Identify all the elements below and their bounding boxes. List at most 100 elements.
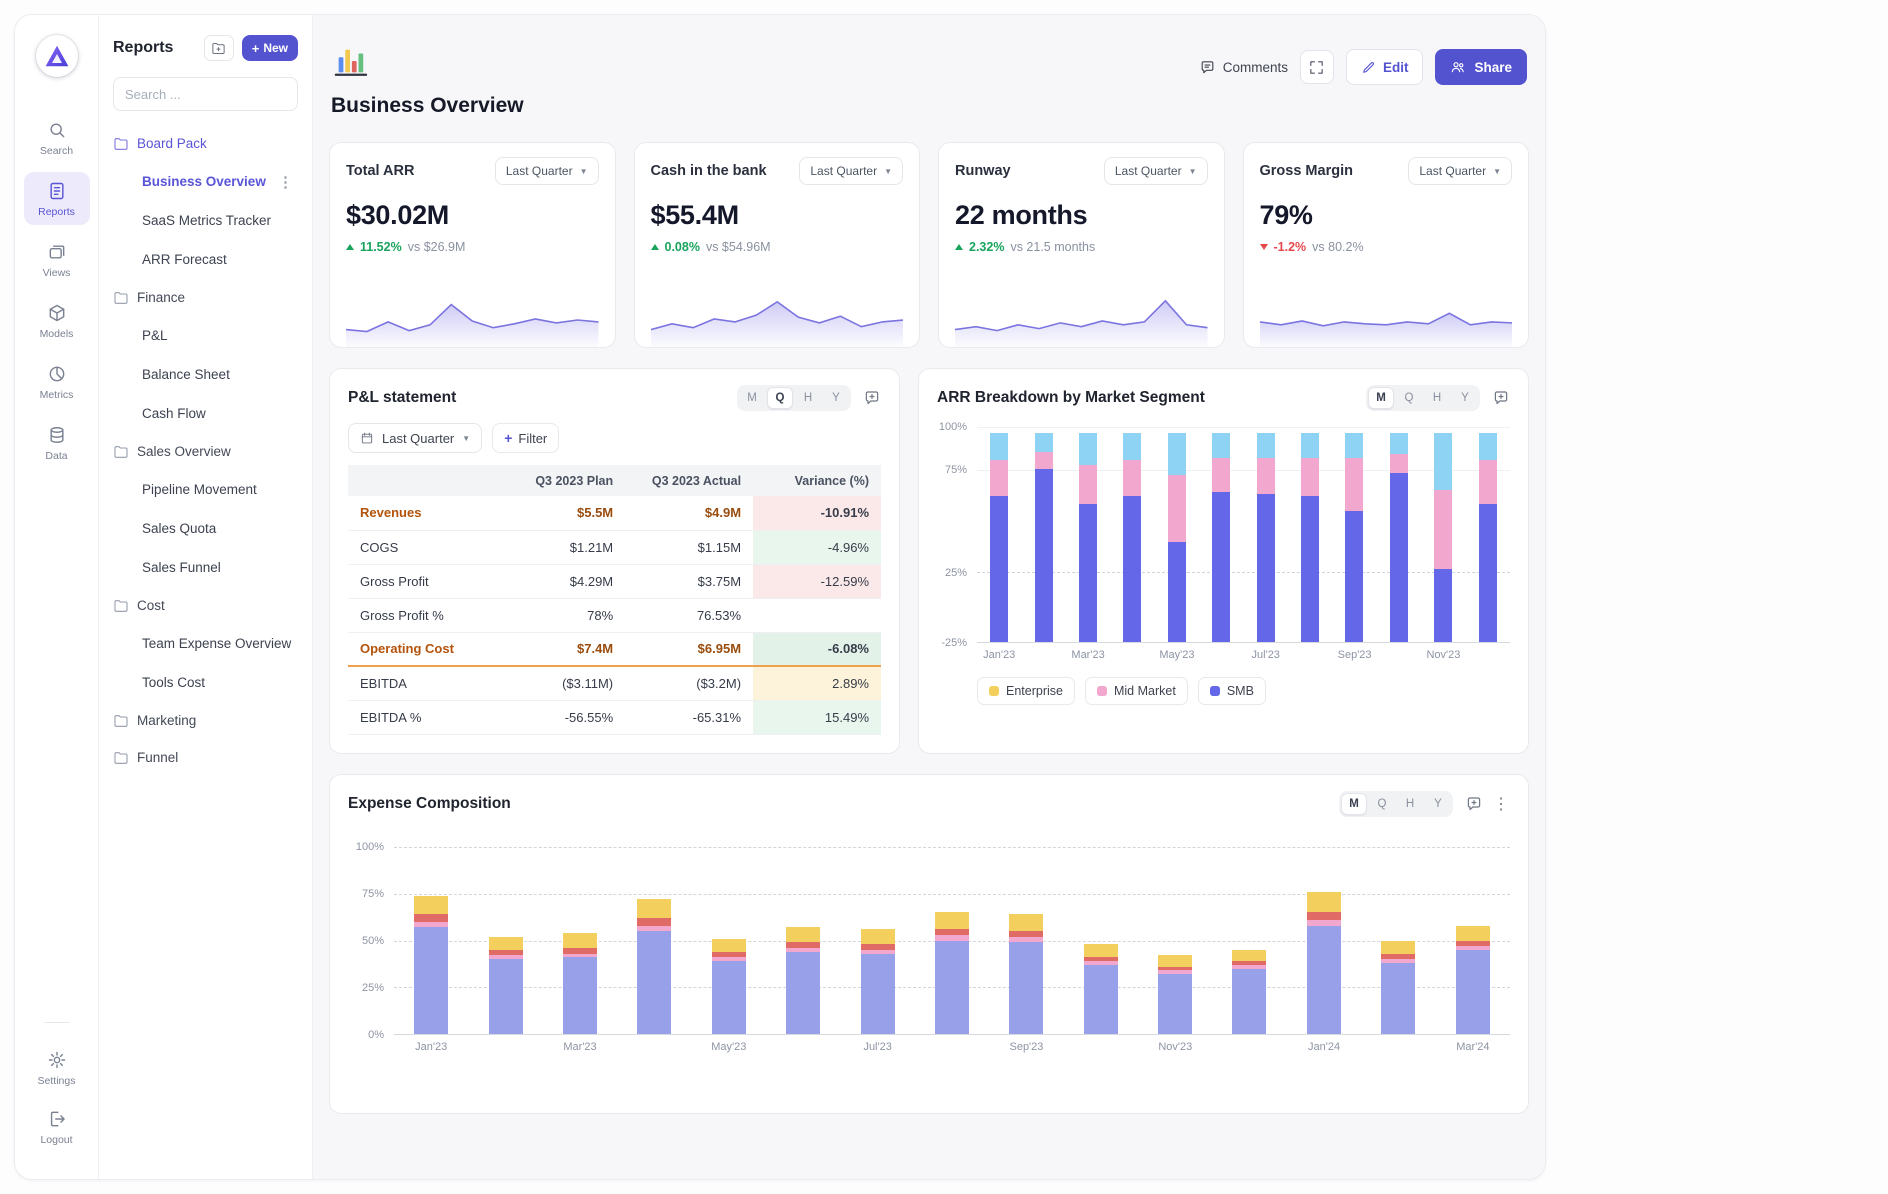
stacked-bar[interactable] (861, 847, 895, 1034)
period-toggle-m[interactable]: M (739, 387, 765, 409)
period-toggle-h[interactable]: H (1397, 793, 1423, 815)
stacked-bar[interactable] (1456, 847, 1490, 1034)
rail-item-logout[interactable]: Logout (24, 1100, 90, 1153)
main-content: Business Overview Comments Edit Share (313, 15, 1545, 1179)
sidebar-folder-cost[interactable]: Cost (113, 587, 298, 624)
rail-item-views[interactable]: Views (24, 233, 90, 286)
sidebar-item-sales-quota[interactable]: Sales Quota (113, 509, 298, 548)
fullscreen-button[interactable] (1300, 50, 1334, 84)
period-toggle-h[interactable]: H (1424, 387, 1450, 409)
comments-button[interactable]: Comments (1199, 59, 1288, 76)
sidebar-item-arr-forecast[interactable]: ARR Forecast (113, 240, 298, 279)
stacked-bar[interactable] (1009, 847, 1043, 1034)
sidebar-folder-sales-overview[interactable]: Sales Overview (113, 433, 298, 470)
kpi-period-dropdown[interactable]: Last Quarter ▼ (1408, 157, 1512, 185)
panel-menu-icon[interactable]: ⋮ (1493, 794, 1510, 814)
period-toggle-q[interactable]: Q (1369, 793, 1395, 815)
kpi-title: Total ARR (346, 163, 414, 179)
stacked-bar[interactable] (786, 847, 820, 1034)
stacked-bar[interactable] (1212, 427, 1230, 642)
stacked-bar[interactable] (1035, 427, 1053, 642)
period-toggle-m[interactable]: M (1341, 793, 1367, 815)
rail-item-metrics[interactable]: Metrics (24, 355, 90, 408)
divider (44, 1022, 70, 1023)
stacked-bar[interactable] (563, 847, 597, 1034)
add-comment-button[interactable] (863, 389, 881, 407)
stacked-bar[interactable] (414, 847, 448, 1034)
add-comment-button[interactable] (1465, 795, 1483, 813)
stacked-bar[interactable] (1390, 427, 1408, 642)
rail-item-models[interactable]: Models (24, 294, 90, 347)
sidebar-item-pnl[interactable]: P&L (113, 316, 298, 355)
pnl-row-ebitda[interactable]: EBITDA ($3.11M) ($3.2M) 2.89% (348, 666, 881, 700)
share-button[interactable]: Share (1435, 49, 1527, 85)
item-menu-icon[interactable]: ⋮ (274, 173, 298, 191)
period-toggle-h[interactable]: H (795, 387, 821, 409)
folder-icon (113, 713, 129, 729)
kpi-period-dropdown[interactable]: Last Quarter ▼ (799, 157, 903, 185)
sidebar-folder-marketing[interactable]: Marketing (113, 702, 298, 739)
stacked-bar[interactable] (1168, 427, 1186, 642)
sidebar-item-saas-metrics-tracker[interactable]: SaaS Metrics Tracker (113, 201, 298, 240)
pnl-row-gross-profit[interactable]: Gross Profit $4.29M $3.75M -12.59% (348, 564, 881, 598)
stacked-bar[interactable] (1307, 847, 1341, 1034)
sidebar-folder-finance[interactable]: Finance (113, 279, 298, 316)
period-toggle-m[interactable]: M (1368, 387, 1394, 409)
stacked-bar[interactable] (1479, 427, 1497, 642)
pnl-row-ebitda-pct[interactable]: EBITDA % -56.55% -65.31% 15.49% (348, 700, 881, 734)
period-toggle-y[interactable]: Y (1425, 793, 1451, 815)
pnl-period-dropdown[interactable]: Last Quarter ▼ (348, 423, 482, 453)
pnl-row-revenues[interactable]: Revenues $5.5M $4.9M -10.91% (348, 496, 881, 530)
period-toggle-q[interactable]: Q (767, 387, 793, 409)
stacked-bar[interactable] (1381, 847, 1415, 1034)
stacked-bar[interactable] (1345, 427, 1363, 642)
pnl-row-gross-profit-pct[interactable]: Gross Profit % 78% 76.53% (348, 598, 881, 632)
sidebar-folder-board-pack[interactable]: Board Pack (113, 125, 298, 162)
rail-label: Search (40, 145, 73, 157)
stacked-bar[interactable] (1158, 847, 1192, 1034)
legend-item-smb[interactable]: SMB (1198, 677, 1266, 705)
rail-item-reports[interactable]: Reports (24, 172, 90, 225)
stacked-bar[interactable] (712, 847, 746, 1034)
pnl-row-operating-cost[interactable]: Operating Cost $7.4M $6.95M -6.08% (348, 632, 881, 666)
new-folder-button[interactable] (204, 35, 234, 61)
period-toggle-q[interactable]: Q (1396, 387, 1422, 409)
stacked-bar[interactable] (1084, 847, 1118, 1034)
pnl-row-cogs[interactable]: COGS $1.21M $1.15M -4.96% (348, 530, 881, 564)
stacked-bar[interactable] (637, 847, 671, 1034)
sidebar-item-sales-funnel[interactable]: Sales Funnel (113, 548, 298, 587)
stacked-bar[interactable] (1301, 427, 1319, 642)
kpi-delta: 11.52% vs $26.9M (346, 240, 599, 254)
legend-item-enterprise[interactable]: Enterprise (977, 677, 1075, 705)
sidebar-item-pipeline-movement[interactable]: Pipeline Movement (113, 470, 298, 509)
stacked-bar[interactable] (990, 427, 1008, 642)
chevron-down-icon: ▼ (1493, 167, 1501, 176)
kpi-period-dropdown[interactable]: Last Quarter ▼ (1104, 157, 1208, 185)
rail-item-data[interactable]: Data (24, 416, 90, 469)
sidebar-item-team-expense-overview[interactable]: Team Expense Overview (113, 624, 298, 663)
sidebar-item-business-overview[interactable]: Business Overview ⋮ (113, 162, 298, 201)
period-toggle-y[interactable]: Y (1452, 387, 1478, 409)
add-comment-button[interactable] (1492, 389, 1510, 407)
new-report-button[interactable]: + New (242, 35, 298, 61)
period-toggle-y[interactable]: Y (823, 387, 849, 409)
sidebar-item-balance-sheet[interactable]: Balance Sheet (113, 355, 298, 394)
sidebar-search-input[interactable] (113, 77, 298, 111)
stacked-bar[interactable] (1257, 427, 1275, 642)
kpi-period-dropdown[interactable]: Last Quarter ▼ (495, 157, 599, 185)
sidebar-item-cash-flow[interactable]: Cash Flow (113, 394, 298, 433)
stacked-bar[interactable] (1434, 427, 1452, 642)
edit-button[interactable]: Edit (1346, 49, 1424, 85)
filter-button[interactable]: + Filter (492, 423, 559, 453)
rail-item-settings[interactable]: Settings (24, 1041, 90, 1094)
stacked-bar[interactable] (1079, 427, 1097, 642)
stacked-bar[interactable] (1123, 427, 1141, 642)
stacked-bar[interactable] (489, 847, 523, 1034)
sidebar-folder-funnel[interactable]: Funnel (113, 739, 298, 776)
brand-logo[interactable] (36, 35, 78, 77)
rail-item-search[interactable]: Search (24, 111, 90, 164)
legend-item-mid-market[interactable]: Mid Market (1085, 677, 1188, 705)
stacked-bar[interactable] (935, 847, 969, 1034)
sidebar-item-tools-cost[interactable]: Tools Cost (113, 663, 298, 702)
stacked-bar[interactable] (1232, 847, 1266, 1034)
